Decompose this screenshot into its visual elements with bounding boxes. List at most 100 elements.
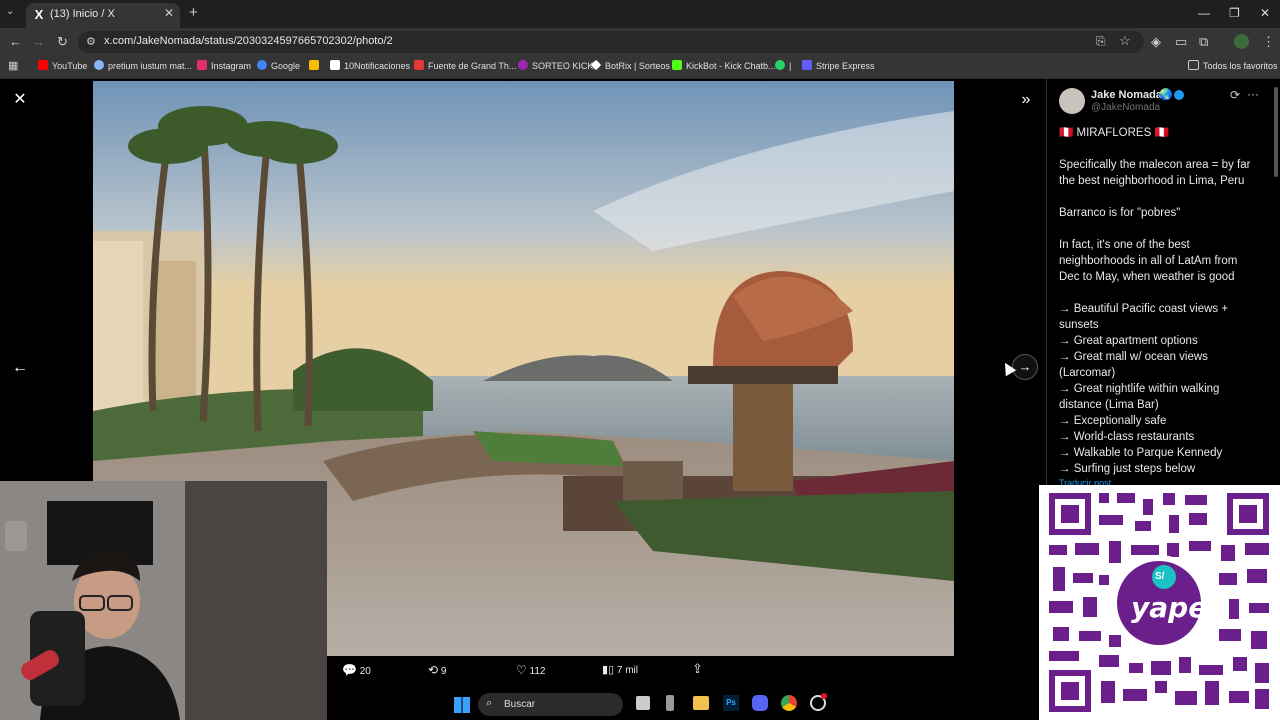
bookmark-kickbot[interactable]: KickBot - Kick Chatb...: [672, 60, 776, 71]
previous-photo-button[interactable]: ←: [6, 354, 34, 382]
bookmark-notifications[interactable]: 10Notificaciones: [330, 60, 410, 71]
file-explorer-icon[interactable]: [693, 696, 709, 710]
x-logo-icon: X: [34, 7, 44, 22]
diamond-icon: [590, 59, 602, 71]
url-text[interactable]: x.com/JakeNomada/status/2030324597665702…: [104, 35, 393, 47]
heart-icon: ♡: [516, 663, 527, 677]
back-icon[interactable]: ←: [9, 34, 22, 49]
font-icon: [414, 60, 424, 70]
yape-logo: yape: [1131, 591, 1208, 624]
x-logo-icon: [330, 60, 340, 70]
bookmark-botrix[interactable]: BotRix | Sorteos: [590, 59, 670, 71]
bookmark-star-icon[interactable]: ☆: [1119, 33, 1131, 49]
minimize-icon[interactable]: —: [1198, 6, 1210, 20]
close-media-button[interactable]: ✕: [6, 86, 34, 114]
tweet-line: → World-class restaurants: [1059, 431, 1195, 443]
chrome-icon[interactable]: [781, 695, 797, 711]
install-app-icon[interactable]: ⎘: [1096, 34, 1106, 49]
bookmark-whatsapp[interactable]: |: [775, 60, 791, 71]
taskbar-search[interactable]: ⌕ Buscar: [478, 693, 623, 716]
tweet-line: distance (Lima Bar): [1059, 399, 1159, 411]
task-view-icon[interactable]: [636, 696, 650, 710]
tweet-line: → Great apartment options: [1059, 335, 1198, 347]
tweet-line: → Great mall w/ ocean views: [1059, 351, 1208, 363]
repost-icon: ⟲: [428, 663, 439, 677]
avatar[interactable]: [1059, 88, 1085, 114]
apps-grid-icon[interactable]: ▦: [8, 59, 18, 72]
app-icon[interactable]: [666, 695, 674, 711]
windows-taskbar: ⌕ Buscar Ps: [444, 690, 834, 720]
bookmark-grand-theft[interactable]: Fuente de Grand Th...: [414, 60, 516, 71]
more-options-icon[interactable]: ···: [1247, 87, 1259, 101]
instagram-icon: [197, 60, 207, 70]
reply-button[interactable]: 💬 20: [342, 663, 371, 677]
webcam-overlay: [0, 481, 327, 720]
scrollbar[interactable]: [1274, 87, 1278, 177]
webcam-person: [0, 481, 327, 720]
bookmark-google[interactable]: Google: [257, 60, 300, 71]
tweet-line: the best neighborhood in Lima, Peru: [1059, 175, 1245, 187]
extension-icon[interactable]: ◈: [1151, 34, 1161, 50]
tweet-line: [1059, 285, 1271, 301]
tab-list-button[interactable]: ⌄: [6, 6, 20, 20]
tweet-line: sunsets: [1059, 319, 1099, 331]
photoshop-icon[interactable]: Ps: [723, 695, 739, 711]
address-bar[interactable]: ⚙ x.com/JakeNomada/status/20303245976657…: [78, 31, 1144, 53]
close-window-icon[interactable]: ✕: [1260, 6, 1270, 20]
author-handle[interactable]: @JakeNomada: [1091, 102, 1160, 113]
globe-emoji-icon: 🌏: [1159, 89, 1173, 101]
all-bookmarks[interactable]: Todos los favoritos: [1188, 60, 1278, 71]
menu-dots-icon[interactable]: ⋮: [1262, 34, 1275, 50]
extension-icon[interactable]: ▭: [1175, 34, 1187, 50]
share-button[interactable]: ⇪: [692, 661, 703, 677]
tweet-line: Barranco is for "pobres": [1059, 207, 1181, 219]
stripe-icon: [802, 60, 812, 70]
tweet-line: [1059, 141, 1271, 157]
grok-icon[interactable]: ⟳: [1230, 88, 1240, 102]
profile-avatar[interactable]: [1234, 34, 1249, 49]
taskbar-search-label: Buscar: [504, 699, 536, 710]
tweet-line: → Beautiful Pacific coast views +: [1059, 303, 1229, 315]
tab-close-icon[interactable]: ✕: [164, 6, 174, 20]
bookmark-instagram[interactable]: Instagram: [197, 60, 251, 71]
bookmark-sorteo-kick[interactable]: SORTEO KICK: [518, 60, 593, 71]
kickbot-icon: [672, 60, 682, 70]
like-button[interactable]: ♡ 112: [516, 663, 546, 677]
tweet-line: → Walkable to Parque Kennedy: [1059, 447, 1223, 459]
windows-start-icon[interactable]: [454, 697, 470, 713]
tweet-line: In fact, it's one of the best: [1059, 239, 1190, 251]
restore-icon[interactable]: ❐: [1229, 6, 1240, 20]
tab-title: (13) Inicio / X: [50, 8, 115, 20]
tweet-actions-bar: 💬 20 ⟲ 9 ♡ 112 ▮▯ 7 mil ⇪: [330, 659, 750, 681]
extensions-puzzle-icon[interactable]: ⧉: [1199, 34, 1208, 50]
globe-icon: [94, 60, 104, 70]
browser-toolbar: ← → ↻ ⚙ x.com/JakeNomada/status/20303245…: [0, 28, 1280, 56]
tweet-line: [1059, 221, 1271, 237]
reload-icon[interactable]: ↻: [57, 34, 68, 50]
recording-dot: [821, 693, 827, 699]
site-info-icon[interactable]: ⚙: [86, 35, 96, 48]
bookmark-pinwheel[interactable]: [309, 60, 323, 71]
new-tab-button[interactable]: +: [189, 4, 198, 21]
bookmark-stripe[interactable]: Stripe Express: [802, 60, 875, 71]
forward-icon[interactable]: →: [32, 34, 45, 49]
verified-badge-icon: [1174, 90, 1184, 100]
bookmark-youtube[interactable]: YouTube: [38, 60, 87, 71]
search-icon: ⌕: [486, 697, 493, 709]
bookmark-pretium[interactable]: pretium iustum mat...: [94, 60, 192, 71]
tweet-line: [1059, 189, 1271, 205]
browser-tab[interactable]: X (13) Inicio / X ✕: [26, 3, 180, 28]
collapse-sidebar-button[interactable]: »: [1012, 86, 1040, 114]
views-chart-icon: ▮▯: [602, 664, 615, 676]
author-name[interactable]: Jake Nomada: [1091, 89, 1162, 101]
whatsapp-icon: [775, 60, 785, 70]
kick-icon: [518, 60, 528, 70]
tweet-text: 🇵🇪 MIRAFLORES 🇵🇪 Specifically the maleco…: [1059, 125, 1271, 489]
views-button[interactable]: ▮▯ 7 mil: [602, 663, 638, 676]
tweet-line: neighborhoods in all of LatAm from: [1059, 255, 1238, 267]
tweet-line: (Larcomar): [1059, 367, 1116, 379]
discord-icon[interactable]: [752, 695, 768, 711]
repost-button[interactable]: ⟲ 9: [428, 663, 446, 677]
next-photo-button[interactable]: →: [1012, 354, 1038, 380]
pinwheel-icon: [309, 60, 319, 70]
